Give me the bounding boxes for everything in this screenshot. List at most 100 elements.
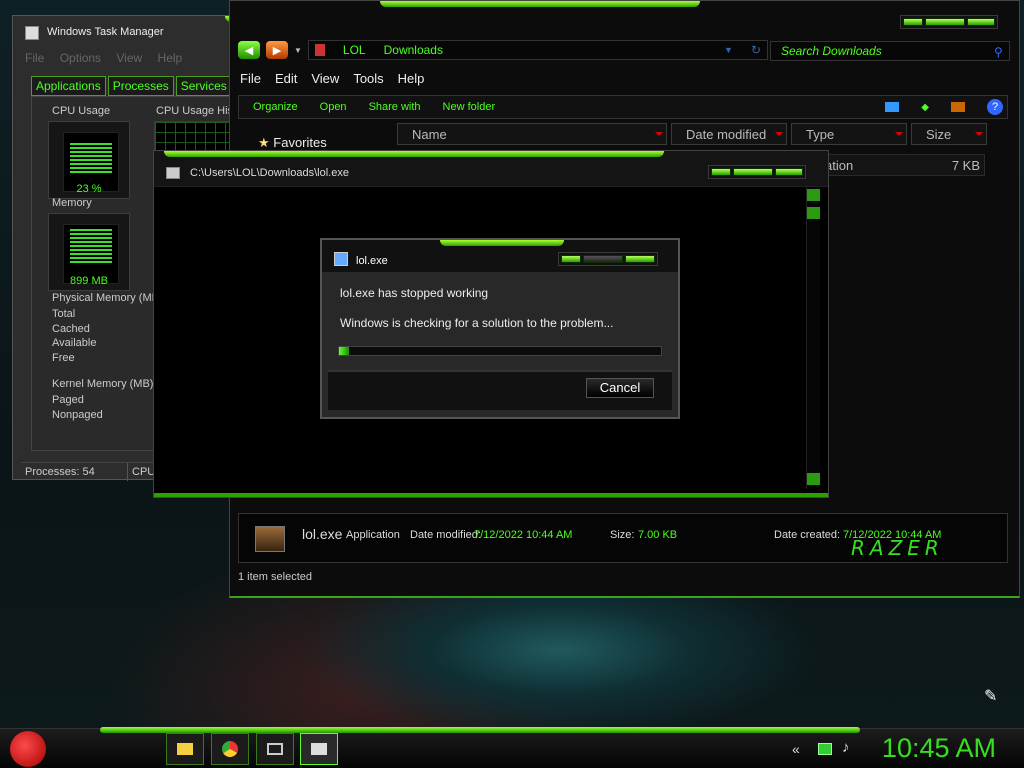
scroll-thumb[interactable] xyxy=(807,207,820,219)
menu-file[interactable]: File xyxy=(25,51,44,65)
memory-value: 899 MB xyxy=(70,275,108,287)
menu-bar: File Options View Help xyxy=(25,51,182,65)
preview-pane-icon[interactable] xyxy=(951,102,965,112)
column-name[interactable]: Name xyxy=(397,123,667,145)
tab-applications[interactable]: Applications xyxy=(31,76,106,96)
tab-strip: Applications Processes Services Pe xyxy=(31,76,259,96)
window-path: C:\Users\LOL\Downloads\lol.exe xyxy=(190,167,349,179)
title-accent xyxy=(440,240,564,246)
window-title: Windows Task Manager xyxy=(47,26,164,38)
search-icon[interactable]: ⚲ xyxy=(994,45,1003,59)
razer-logo: RAZER xyxy=(851,536,944,560)
details-date-modified: 7/12/2022 10:44 AM xyxy=(474,529,573,541)
close-button[interactable] xyxy=(625,255,655,263)
window-icon xyxy=(311,743,327,755)
cancel-button[interactable]: Cancel xyxy=(586,378,654,398)
close-button[interactable] xyxy=(967,18,995,26)
title-accent xyxy=(380,1,700,7)
details-date-modified-label: Date modified: xyxy=(410,529,481,541)
kernel-nonpaged: Nonpaged xyxy=(52,409,103,421)
favorites-label: Favorites xyxy=(273,135,327,150)
kernel-paged: Paged xyxy=(52,394,84,406)
taskmanager-app-icon xyxy=(25,26,39,40)
menu-file[interactable]: File xyxy=(240,71,261,86)
pen-icon[interactable]: ✎ xyxy=(984,686,997,706)
share-with-button[interactable]: Share with xyxy=(369,101,421,113)
open-button[interactable]: Open xyxy=(320,101,347,113)
taskbar-explorer[interactable] xyxy=(166,733,204,765)
app-error-icon xyxy=(334,252,348,266)
search-input[interactable]: Search Downloads xyxy=(770,41,1010,61)
start-button[interactable] xyxy=(10,731,46,767)
vertical-scrollbar[interactable] xyxy=(806,187,820,489)
address-bar[interactable]: LOL Downloads ▼ ↻ xyxy=(307,40,768,60)
progress-fill xyxy=(339,347,349,355)
menu-view[interactable]: View xyxy=(116,51,142,65)
taskbar-lol-exe[interactable] xyxy=(300,733,338,765)
menu-view[interactable]: View xyxy=(311,71,339,86)
tab-processes[interactable]: Processes xyxy=(107,76,174,96)
tab-services[interactable]: Services xyxy=(175,76,232,96)
exe-icon xyxy=(166,167,180,179)
memory-gauge: 899 MB xyxy=(48,213,130,291)
address-dropdown-icon[interactable]: ▼ xyxy=(724,45,733,55)
volume-icon[interactable]: ♪ xyxy=(842,739,850,756)
physical-available: Available xyxy=(52,337,97,349)
column-type[interactable]: Type xyxy=(791,123,907,145)
column-size[interactable]: Size xyxy=(911,123,987,145)
physical-memory-label: Physical Memory (MB xyxy=(52,292,159,304)
help-icon[interactable]: ? xyxy=(987,99,1003,115)
maximize-button[interactable] xyxy=(733,168,773,176)
error-dialog: lol.exe lol.exe has stopped working Wind… xyxy=(320,238,680,419)
folder-icon xyxy=(314,44,325,56)
refresh-icon[interactable]: ↻ xyxy=(751,43,767,57)
breadcrumb-downloads[interactable]: Downloads xyxy=(384,43,443,57)
star-icon: ★ xyxy=(258,135,270,150)
physical-free: Free xyxy=(52,352,75,364)
network-icon[interactable] xyxy=(818,743,832,755)
monitor-icon xyxy=(267,743,283,755)
taskbar: « ♪ 10:45 AM xyxy=(0,727,1024,768)
breadcrumb-lol[interactable]: LOL xyxy=(343,43,366,57)
file-size: 7 KB xyxy=(951,158,980,173)
tray-chevron-icon[interactable]: « xyxy=(792,741,800,757)
close-button[interactable] xyxy=(775,168,803,176)
minimize-button[interactable] xyxy=(561,255,581,263)
menu-help[interactable]: Help xyxy=(398,71,425,86)
dialog-title: lol.exe xyxy=(356,255,388,267)
back-button[interactable]: ◀ xyxy=(238,41,260,59)
maximize-button[interactable] xyxy=(925,18,965,26)
taskbar-task-manager[interactable] xyxy=(256,733,294,765)
history-dropdown-icon[interactable]: ▼ xyxy=(294,46,302,55)
scroll-down-button[interactable] xyxy=(807,473,820,485)
menu-edit[interactable]: Edit xyxy=(275,71,297,86)
menu-tools[interactable]: Tools xyxy=(353,71,383,86)
minimize-button[interactable] xyxy=(903,18,923,26)
file-type: ation xyxy=(825,158,854,173)
file-row[interactable]: ation 7 KB xyxy=(820,154,985,176)
organize-button[interactable]: Organize xyxy=(253,101,298,113)
memory-label: Memory xyxy=(52,197,92,209)
error-message: lol.exe has stopped working xyxy=(340,286,489,300)
dialog-footer: Cancel xyxy=(328,370,672,410)
taskbar-chrome[interactable] xyxy=(211,733,249,765)
address-row: ◀ ▶ ▼ LOL Downloads ▼ ↻ xyxy=(238,39,768,61)
column-headers: Name Date modified Type Size xyxy=(397,123,987,145)
scroll-up-button[interactable] xyxy=(807,189,820,201)
nav-favorites[interactable]: ★ Favorites xyxy=(258,135,327,151)
physical-cached: Cached xyxy=(52,323,90,335)
details-size-label: Size: xyxy=(610,529,635,541)
application-icon xyxy=(255,526,285,552)
menu-help[interactable]: Help xyxy=(158,51,183,65)
cpu-usage-value: 23 % xyxy=(76,183,102,195)
window-controls xyxy=(708,165,806,179)
menu-options[interactable]: Options xyxy=(60,51,101,65)
column-date-modified[interactable]: Date modified xyxy=(671,123,787,145)
details-pane: lol.exe Application Date modified: 7/12/… xyxy=(238,513,1008,563)
view-options-icon[interactable] xyxy=(885,102,900,112)
minimize-button[interactable] xyxy=(711,168,731,176)
forward-button[interactable]: ▶ xyxy=(266,41,288,59)
new-folder-button[interactable]: New folder xyxy=(443,101,496,113)
view-dropdown-icon[interactable]: ◆ xyxy=(921,102,929,113)
clock[interactable]: 10:45 AM xyxy=(882,733,996,764)
